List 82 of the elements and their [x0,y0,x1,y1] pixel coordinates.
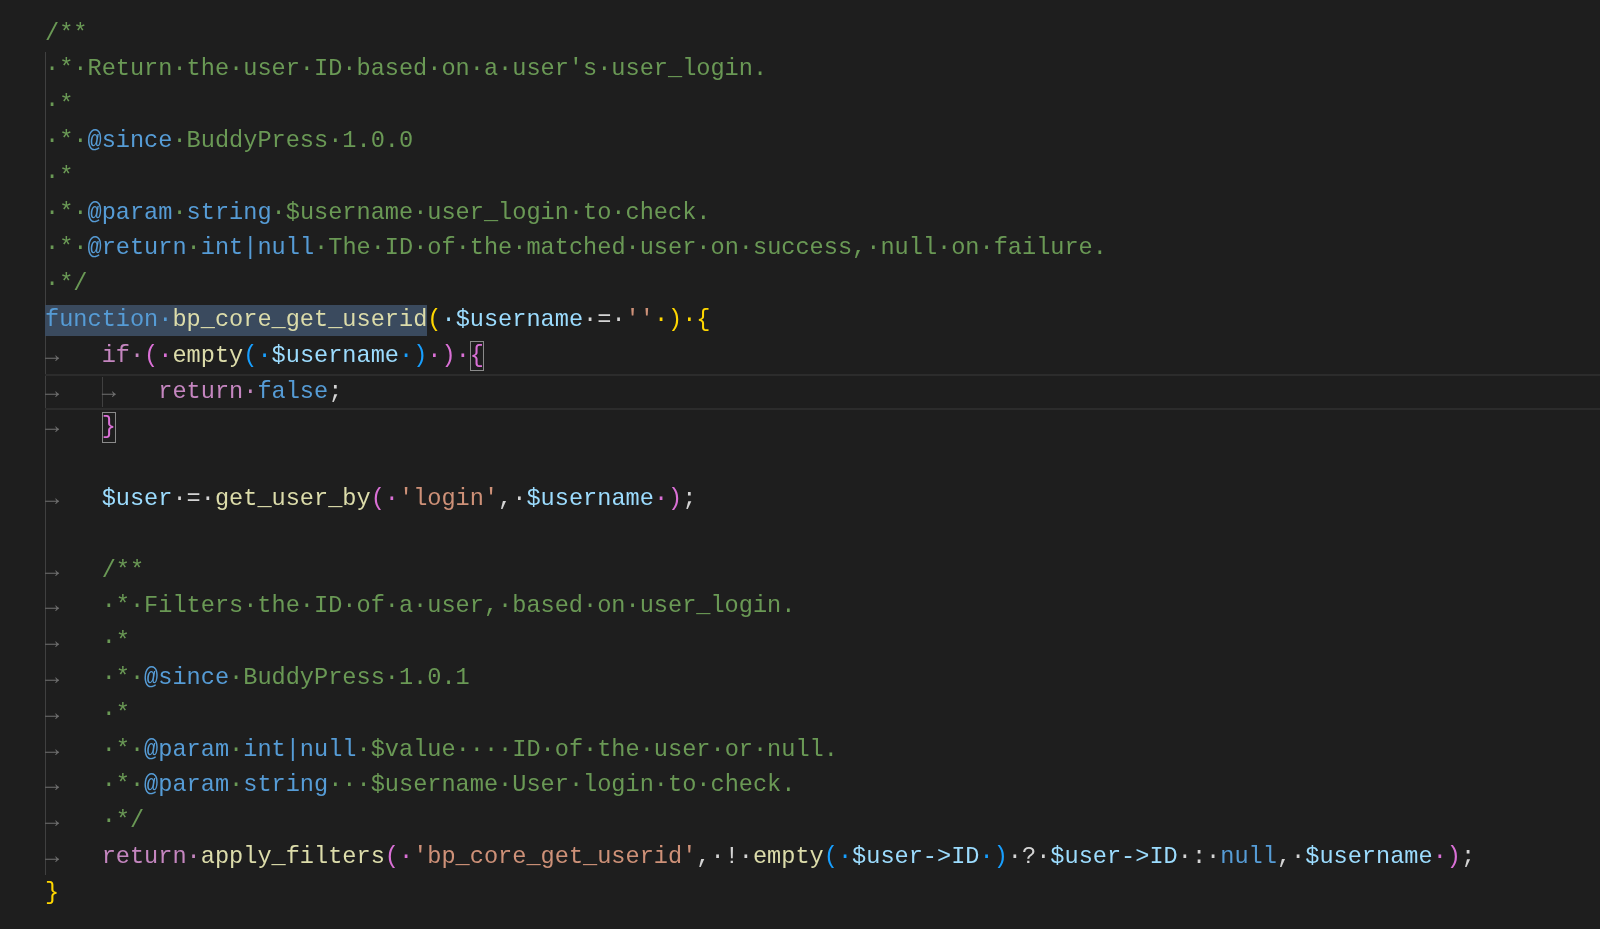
comment-text: ·* [45,90,74,121]
bracket: (· [370,483,399,514]
comment-text: ·*· [101,770,145,801]
comment-text: ·BuddyPress·1.0.1 [229,662,470,693]
doc-tag: @param [144,770,230,801]
keyword: return· [101,841,201,872]
punctuation: ; [328,376,343,407]
bracket: } [45,877,60,908]
comment-text: ·*·Filters·the·ID·of·a·user,·based·on·user_login. [101,591,796,622]
function-name: get_user_by [214,483,371,514]
comment-text: ·$value····ID·of·the·user·or·null. [356,734,838,765]
comment-text: ·*· [101,734,145,765]
string-literal: '' [625,304,654,335]
type-name: int|null [200,233,315,264]
type-name: string [186,197,272,228]
keyword: if· [101,340,145,371]
variable: $username [1305,841,1433,872]
function-name: empty [172,340,244,371]
variable: $user->ID [1050,841,1178,872]
punctuation: ,·!· [696,841,753,872]
type-name: int|null [243,734,357,765]
comment-text: ·$username·user_login·to·check. [271,197,711,228]
punctuation: ; [682,483,697,514]
comment-text: ···$username·User·login·to·check. [328,770,796,801]
punctuation: ; [1461,841,1476,872]
punctuation: ·?· [1007,841,1051,872]
variable: $username [526,483,654,514]
constant: null [1220,841,1277,872]
constant: false [257,376,329,407]
variable: $username [271,340,399,371]
comment-text: ·*· [45,197,88,228]
bracket: (· [243,340,272,371]
punctuation: ·:· [1177,841,1221,872]
doc-tag: @return [87,233,187,264]
variable: $user [101,483,173,514]
comment-text: · [229,734,244,765]
type-name: string [243,770,329,801]
bracket: (· [144,340,173,371]
variable: ·$username [441,304,584,335]
doc-tag: @param [144,734,230,766]
bracket: (· [384,841,414,872]
comment-text: ·The·ID·of·the·matched·user·on·success,·null·on·failure. [314,233,1107,264]
bracket: ·) [653,483,683,514]
string-literal: 'bp_core_get_userid' [413,841,697,872]
keyword: function· [45,304,173,335]
comment-text: ·*· [101,662,145,693]
comment-text: · [172,197,187,228]
punctuation: ,· [1276,841,1306,872]
doc-tag: @since [144,662,230,694]
matched-bracket: } [101,412,116,443]
bracket: ·) [399,340,428,371]
punctuation: ,· [498,483,527,514]
bracket: ·) [1432,841,1461,872]
comment-text: ·*· [45,233,88,264]
string-literal: 'login' [399,483,499,514]
bracket: ( [427,304,442,335]
function-name: empty [752,841,824,872]
comment-text: · [229,770,244,801]
punctuation: ·=· [583,304,626,335]
doc-tag: @param [87,197,173,229]
bracket: ·)·{ [653,304,711,335]
comment-text: ·*/ [101,806,145,837]
comment-text: · [186,233,201,264]
comment-text: ·*/ [45,269,88,300]
function-name: bp_core_get_userid [172,304,428,335]
bracket: ·) [979,841,1008,872]
doc-tag: @since [87,125,173,157]
matched-bracket: { [469,340,484,372]
comment-text: /** [101,555,145,586]
comment-text: ·BuddyPress·1.0.0 [172,125,414,156]
comment-text: ·*·Return·the·user·ID·based·on·a·user's·user_login. [45,54,768,85]
keyword: return· [158,376,258,407]
bracket: ·)· [427,340,470,371]
comment-text: ·* [45,161,74,192]
variable: $user->ID [852,841,980,872]
comment-text: ·*· [45,125,88,156]
punctuation: ·=· [172,483,215,514]
bracket: (· [823,841,853,872]
comment-text: ·* [101,698,130,729]
function-name: apply_filters [200,841,385,872]
comment-text: /** [45,18,88,49]
comment-text: ·* [101,627,130,658]
